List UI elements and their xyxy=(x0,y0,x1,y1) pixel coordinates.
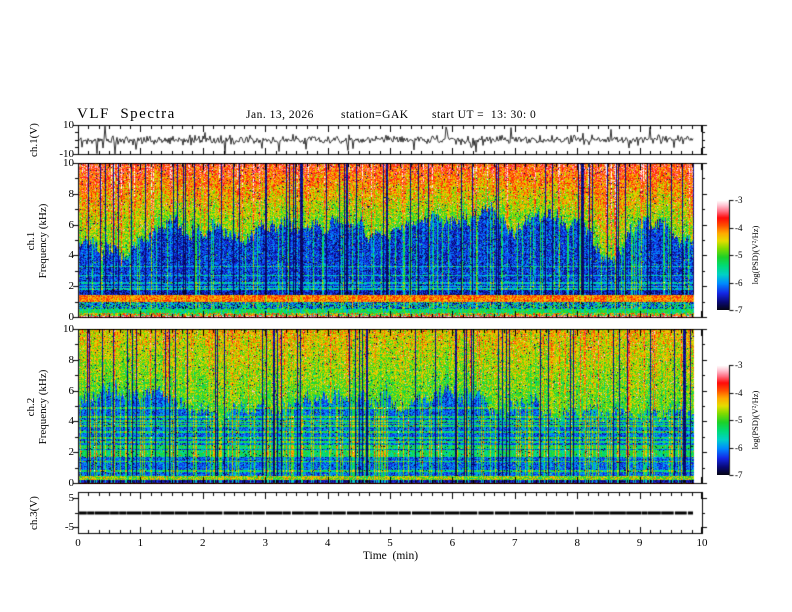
y-tick-label: -5 xyxy=(64,520,74,533)
panel-ylabel: ch.2 Frequency (kHz) xyxy=(25,369,49,444)
start-ut-label: start UT = 13: 30: 0 xyxy=(432,109,537,121)
x-axis-title: Time (min) xyxy=(362,550,419,562)
panel-ylabel: ch.3(V) xyxy=(28,496,40,530)
panel-ylabel-line: ch.1 xyxy=(25,231,37,250)
y-tick-label: 0 xyxy=(68,310,75,323)
x-tick-label: 1 xyxy=(137,537,144,549)
colorbar-tick-label: -4 xyxy=(735,387,743,398)
x-tick-label: 3 xyxy=(262,537,268,549)
colorbar-tick-label: -5 xyxy=(735,414,743,425)
colorbar-title: log(PSD)(V²/Hz) xyxy=(750,390,760,450)
y-tick-label: 8 xyxy=(68,187,75,200)
ch2-colorbar-canvas xyxy=(717,365,729,475)
ch3-waveform-canvas xyxy=(78,492,703,534)
ch1-waveform-canvas xyxy=(78,125,703,155)
colorbar-tick-label: -7 xyxy=(735,304,743,315)
y-tick-label: 5 xyxy=(68,491,75,504)
x-tick-label: 5 xyxy=(387,537,393,549)
panel-ylabel-line: Frequency (kHz) xyxy=(37,369,49,444)
x-tick-label: 8 xyxy=(574,537,580,549)
x-tick-label: 2 xyxy=(200,537,206,549)
vlf-spectra-figure: VLF Spectra Jan. 13, 2026 station=GAK st… xyxy=(0,0,792,612)
colorbar-tick-label: -7 xyxy=(735,469,743,480)
colorbar-tick-label: -3 xyxy=(735,359,743,370)
colorbar-title: log(PSD)(V²/Hz) xyxy=(750,225,760,285)
x-tick-label: 0 xyxy=(75,537,81,549)
figure-title: VLF Spectra xyxy=(77,106,176,122)
colorbar-tick-label: -3 xyxy=(735,194,743,205)
panel-ylabel: ch.1(V) xyxy=(28,123,40,157)
colorbar-tick-label: -5 xyxy=(735,249,743,260)
y-tick-label: 2 xyxy=(68,445,75,458)
y-tick-label: 0 xyxy=(68,476,75,489)
x-tick-label: 4 xyxy=(324,537,331,549)
y-tick-label: 2 xyxy=(68,279,75,292)
ch2-spectrogram-canvas xyxy=(78,329,703,484)
panel-ylabel-line: Frequency (kHz) xyxy=(37,203,49,278)
date-label: Jan. 13, 2026 xyxy=(246,109,314,121)
panel-ylabel-line: ch.2 xyxy=(25,397,37,416)
x-tick-label: 7 xyxy=(512,537,518,549)
panel-ylabel-line: ch.3(V) xyxy=(28,496,40,530)
y-tick-label: 10 xyxy=(63,322,74,335)
x-tick-label: 10 xyxy=(696,537,708,549)
colorbar-tick-label: -4 xyxy=(735,222,743,233)
panel-ylabel-line: ch.1(V) xyxy=(28,123,40,157)
y-tick-label: 8 xyxy=(68,353,75,366)
colorbar-tick-label: -6 xyxy=(735,442,743,453)
station-label: station=GAK xyxy=(341,109,409,121)
ch1-colorbar-canvas xyxy=(717,200,729,310)
x-tick-label: 9 xyxy=(636,537,643,549)
y-tick-label: 10 xyxy=(63,118,74,131)
panel-ylabel: ch.1 Frequency (kHz) xyxy=(25,203,49,278)
ch1-spectrogram-canvas xyxy=(78,163,703,318)
colorbar-tick-label: -6 xyxy=(735,277,743,288)
x-tick-label: 6 xyxy=(449,537,456,549)
y-tick-label: 10 xyxy=(63,156,74,169)
